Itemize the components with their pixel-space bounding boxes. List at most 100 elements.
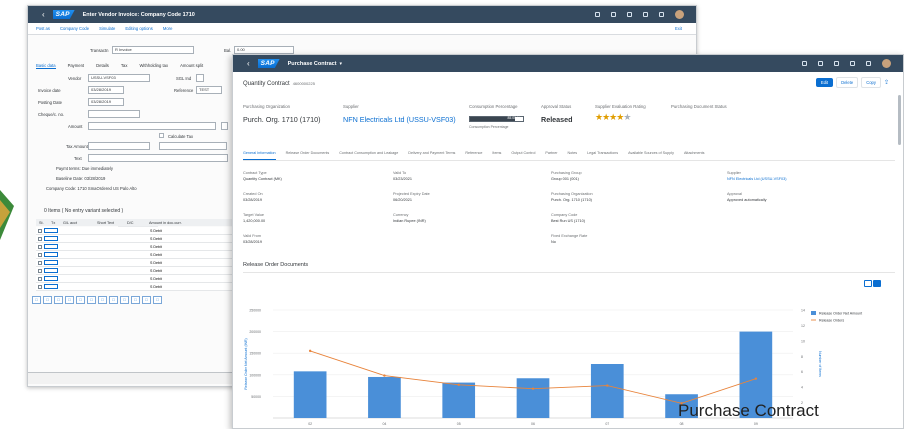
supplier-link[interactable]: NFN Electricals Ltd (USSU-VSF03) <box>343 115 456 124</box>
gl-account-cell[interactable] <box>44 276 58 281</box>
tab-payment[interactable]: Payment <box>68 63 85 69</box>
delete-button[interactable]: Delete <box>836 77 859 88</box>
back-icon[interactable]: ‹ <box>42 10 45 19</box>
gl-account-cell[interactable] <box>44 284 58 289</box>
table-row[interactable]: S Debit <box>36 259 248 267</box>
grid-tool-icon[interactable]: □ <box>76 296 85 304</box>
tab-amount-split[interactable]: Amount split <box>180 63 203 69</box>
grid-tool-icon[interactable]: □ <box>153 296 162 304</box>
gl-account-cell[interactable] <box>44 268 58 273</box>
dc-cell[interactable]: S Debit <box>150 261 162 265</box>
grid-tool-icon[interactable]: □ <box>109 296 118 304</box>
grid-tool-icon[interactable]: □ <box>32 296 41 304</box>
tab-withholding-tax[interactable]: Withholding tax <box>139 63 168 69</box>
settings-icon[interactable] <box>611 12 616 17</box>
grid-icon[interactable] <box>659 12 664 17</box>
posting-date-input[interactable]: 03/28/2019 <box>88 98 124 106</box>
row-checkbox[interactable] <box>38 260 42 265</box>
tax-amount-input[interactable] <box>88 142 150 150</box>
menu-item-simulate[interactable]: Simulate <box>99 26 115 31</box>
chart-view-button[interactable] <box>873 280 881 287</box>
dc-cell[interactable]: S Debit <box>150 229 162 233</box>
share-icon[interactable]: ⇪ <box>884 79 889 86</box>
grid-tool-icon[interactable]: □ <box>54 296 63 304</box>
table-row[interactable]: S Debit <box>36 243 248 251</box>
tab-basic-data[interactable]: Basic data <box>36 63 56 69</box>
menu-item-post-as[interactable]: Post as <box>36 26 50 31</box>
row-checkbox[interactable] <box>38 268 42 273</box>
grid-tool-icon[interactable]: □ <box>142 296 151 304</box>
help-icon[interactable] <box>834 61 839 66</box>
tab-details[interactable]: Details <box>96 63 109 69</box>
avatar[interactable] <box>882 59 891 68</box>
grid-tool-icon[interactable]: □ <box>131 296 140 304</box>
row-checkbox[interactable] <box>38 244 42 249</box>
gl-account-cell[interactable] <box>44 252 58 257</box>
notification-icon[interactable] <box>643 12 648 17</box>
table-view-button[interactable] <box>864 280 872 287</box>
tab-notes[interactable]: Notes <box>567 151 577 160</box>
tax-code-input[interactable] <box>159 142 227 150</box>
invoice-date-input[interactable]: 03/28/2019 <box>88 86 124 94</box>
tab-delivery-and-payment-terms[interactable]: Delivery and Payment Terms <box>408 151 455 160</box>
dc-cell[interactable]: S Debit <box>150 253 162 257</box>
search-icon[interactable] <box>802 61 807 66</box>
row-checkbox[interactable] <box>38 284 42 289</box>
dc-cell[interactable]: S Debit <box>150 277 162 281</box>
tab-tax[interactable]: Tax <box>121 63 128 69</box>
back-icon[interactable]: ‹ <box>247 59 250 68</box>
table-row[interactable]: S Debit <box>36 227 248 235</box>
grid-tool-icon[interactable]: □ <box>120 296 129 304</box>
table-row[interactable]: S Debit <box>36 283 248 291</box>
gl-account-cell[interactable] <box>44 260 58 265</box>
calculate-tax-checkbox[interactable] <box>159 133 164 138</box>
notification-icon[interactable] <box>850 61 855 66</box>
tab-attachments[interactable]: Attachments <box>684 151 705 160</box>
field-value[interactable]: NFN Electricals Ltd (USSU-VSF03) <box>727 177 787 181</box>
grid-tool-icon[interactable]: □ <box>87 296 96 304</box>
dc-cell[interactable]: S Debit <box>150 245 162 249</box>
grid-icon[interactable] <box>866 61 871 66</box>
gl-account-cell[interactable] <box>44 236 58 241</box>
chevron-down-icon[interactable]: ▾ <box>340 61 343 67</box>
table-row[interactable]: S Debit <box>36 267 248 275</box>
cheque-input[interactable] <box>88 110 140 118</box>
reference-input[interactable]: TEST <box>196 86 222 94</box>
row-checkbox[interactable] <box>38 228 42 233</box>
grid-tool-icon[interactable]: □ <box>43 296 52 304</box>
settings-icon[interactable] <box>818 61 823 66</box>
vendor-input[interactable]: USSU-VSF03 <box>88 74 150 82</box>
tab-general-information[interactable]: General Information <box>243 151 276 160</box>
menu-item-company-code[interactable]: Company Code <box>60 26 89 31</box>
text-input[interactable] <box>88 154 228 162</box>
dc-cell[interactable]: S Debit <box>150 285 162 289</box>
tab-reference[interactable]: Reference <box>465 151 482 160</box>
transaction-select[interactable]: R Invoice <box>112 46 194 54</box>
dc-cell[interactable]: S Debit <box>150 269 162 273</box>
scrollbar[interactable] <box>898 95 901 145</box>
edit-button[interactable]: Edit <box>815 78 834 87</box>
dc-cell[interactable]: S Debit <box>150 237 162 241</box>
search-icon[interactable] <box>595 12 600 17</box>
menu-item-more[interactable]: More <box>163 26 173 31</box>
copy-button[interactable]: Copy <box>861 77 881 88</box>
row-checkbox[interactable] <box>38 276 42 281</box>
avatar[interactable] <box>675 10 684 19</box>
table-row[interactable]: S Debit <box>36 235 248 243</box>
sgl-input[interactable] <box>196 74 204 82</box>
tab-partner[interactable]: Partner <box>545 151 557 160</box>
tab-items[interactable]: Items <box>492 151 501 160</box>
currency-input[interactable] <box>221 122 228 130</box>
amount-input[interactable] <box>88 122 216 130</box>
app-title[interactable]: Purchase Contract <box>288 61 337 67</box>
row-checkbox[interactable] <box>38 252 42 257</box>
tab-legal-transactions[interactable]: Legal Transactions <box>587 151 618 160</box>
grid-tool-icon[interactable]: □ <box>65 296 74 304</box>
gl-account-cell[interactable] <box>44 244 58 249</box>
tab-contract-consumption-and-leakage[interactable]: Contract Consumption and Leakage <box>339 151 398 160</box>
help-icon[interactable] <box>627 12 632 17</box>
row-checkbox[interactable] <box>38 236 42 241</box>
table-row[interactable]: S Debit <box>36 275 248 283</box>
tab-release-order-documents[interactable]: Release Order Documents <box>286 151 330 160</box>
table-row[interactable]: S Debit <box>36 251 248 259</box>
